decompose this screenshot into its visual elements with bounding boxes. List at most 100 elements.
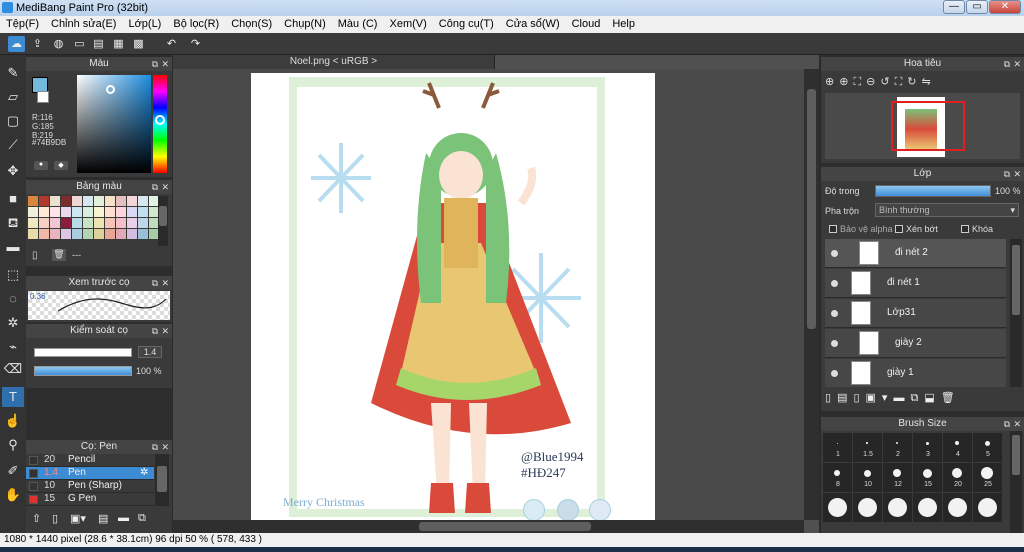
visibility-icon[interactable]: [831, 370, 838, 377]
new-layer-icon[interactable]: ▯: [825, 392, 837, 404]
background-color-swatch[interactable]: [37, 91, 49, 103]
brush-settings-icon[interactable]: ▣▾: [70, 512, 86, 525]
brush-size-cell[interactable]: 20: [943, 463, 972, 492]
picker-handle[interactable]: [106, 85, 115, 94]
comment-icon[interactable]: ◍: [50, 36, 67, 52]
select-pen-icon[interactable]: ⌁: [2, 337, 24, 357]
folder-icon[interactable]: ▬: [893, 392, 910, 404]
brush-size-cell[interactable]: 12: [883, 463, 912, 492]
eraser-tool-icon[interactable]: ▱: [2, 87, 24, 107]
brush-copy-icon[interactable]: ▤: [98, 512, 108, 525]
palette-swatch[interactable]: [39, 196, 49, 206]
palette-swatch[interactable]: [138, 229, 148, 239]
undock-icon[interactable]: ⧉: [152, 180, 158, 194]
layer-opacity-slider[interactable]: [875, 185, 991, 197]
palette-swatch[interactable]: [61, 207, 71, 217]
brush-size-cell[interactable]: [853, 493, 882, 522]
scroll-thumb[interactable]: [157, 466, 167, 492]
palette-swatch[interactable]: [94, 196, 104, 206]
palette-swatch[interactable]: [116, 229, 126, 239]
menu-item[interactable]: Help: [606, 16, 641, 30]
palette-swatch[interactable]: [138, 196, 148, 206]
menu-item[interactable]: Màu (C): [332, 16, 384, 30]
gradient-tool-icon[interactable]: ▬: [2, 237, 24, 257]
add-brush-icon[interactable]: ⇧: [32, 512, 41, 525]
layer-row[interactable]: giày 1: [825, 359, 1006, 387]
palette-swatch[interactable]: [28, 207, 38, 217]
new-halftone-layer-icon[interactable]: ▤: [837, 392, 853, 404]
new-8bit-layer-icon[interactable]: ▯: [853, 392, 865, 404]
brush-size-cell[interactable]: 25: [973, 463, 1002, 492]
page-icon[interactable]: ▭: [71, 36, 88, 52]
palette-swatch[interactable]: [116, 218, 126, 228]
brush-item[interactable]: 10 Pen (Sharp): [26, 480, 154, 493]
scroll-thumb[interactable]: [1012, 435, 1020, 475]
palette-swatch[interactable]: [94, 229, 104, 239]
palette-swatch[interactable]: [105, 229, 115, 239]
text-tool-icon[interactable]: T: [2, 387, 24, 407]
brush-size-value[interactable]: 1.4: [138, 346, 162, 358]
brush-tool-icon[interactable]: ✎: [2, 63, 24, 83]
palette-swatch[interactable]: [105, 218, 115, 228]
select-eraser-icon[interactable]: ⌫: [2, 359, 24, 379]
lasso-tool-icon[interactable]: ◌: [2, 289, 24, 309]
blend-mode-select[interactable]: Bình thường ▾: [875, 203, 1019, 217]
move-tool-icon[interactable]: ✥: [2, 161, 24, 181]
layer-row[interactable]: Lớp31: [825, 299, 1006, 328]
color-mode-button[interactable]: ●: [34, 161, 48, 170]
hand-tool-icon[interactable]: ✋: [2, 485, 24, 505]
fill-rect-tool-icon[interactable]: ■: [2, 189, 24, 209]
brush-size-cell[interactable]: 10: [853, 463, 882, 492]
brush-size-cell[interactable]: 8: [823, 463, 852, 492]
hue-handle[interactable]: [155, 115, 165, 125]
palette-swatch[interactable]: [138, 218, 148, 228]
menu-item[interactable]: Tệp(F): [0, 16, 45, 30]
lock-checkbox[interactable]: Khóa: [961, 224, 993, 234]
line-tool-icon[interactable]: ⟋: [2, 135, 24, 155]
clipping-checkbox[interactable]: Xén bớt: [895, 224, 938, 234]
brush-size-cell[interactable]: [913, 493, 942, 522]
menu-item[interactable]: Cloud: [566, 16, 607, 30]
brush-size-cell[interactable]: 15: [913, 463, 942, 492]
palette-swatch[interactable]: [61, 196, 71, 206]
close-panel-icon[interactable]: ✕: [161, 440, 169, 454]
scroll-thumb[interactable]: [807, 89, 816, 329]
brush-size-cell[interactable]: [943, 493, 972, 522]
palette-swatch[interactable]: [105, 207, 115, 217]
close-panel-icon[interactable]: ✕: [1013, 417, 1021, 431]
layer-row[interactable]: giày 2: [825, 329, 1006, 358]
palette-scrollbar[interactable]: [158, 196, 168, 246]
palette-swatch[interactable]: [72, 207, 82, 217]
palette-swatch[interactable]: [83, 229, 93, 239]
close-panel-icon[interactable]: ✕: [161, 276, 169, 290]
navigator-preview[interactable]: [825, 93, 1020, 159]
palette-swatch[interactable]: [127, 218, 137, 228]
palette-swatch[interactable]: [116, 207, 126, 217]
canvas-viewport[interactable]: @Blue1994 #HĐ247 Merry Christmas: [173, 69, 804, 520]
palette-swatch[interactable]: [138, 207, 148, 217]
scroll-thumb[interactable]: [1012, 245, 1020, 315]
hue-slider[interactable]: [153, 75, 167, 173]
zoom-in-icon[interactable]: ⊕: [839, 76, 853, 88]
visibility-icon[interactable]: [831, 250, 838, 257]
close-panel-icon[interactable]: ✕: [1013, 57, 1021, 71]
visibility-icon[interactable]: [831, 280, 838, 287]
brush-size-cell[interactable]: [823, 493, 852, 522]
brush-size-scrollbar[interactable]: [1010, 431, 1022, 534]
delete-palette-icon[interactable]: 🗑: [52, 249, 66, 261]
palette-swatch[interactable]: [72, 218, 82, 228]
layer-row[interactable]: đi nét 1: [825, 269, 1006, 298]
undo-icon[interactable]: ↶: [163, 36, 180, 52]
palette-swatch[interactable]: [127, 207, 137, 217]
brush-item[interactable]: 15 G Pen: [26, 493, 154, 506]
redo-icon[interactable]: ↷: [187, 36, 204, 52]
palette-swatch[interactable]: [105, 196, 115, 206]
palette-swatch[interactable]: [39, 218, 49, 228]
brush-size-cell[interactable]: 2: [883, 433, 912, 462]
menu-item[interactable]: Lớp(L): [122, 16, 167, 30]
brush-duplicate-icon[interactable]: ⧉: [138, 512, 146, 525]
grid-icon[interactable]: ▦: [110, 36, 127, 52]
menu-item[interactable]: Chọn(S): [225, 16, 278, 30]
close-button[interactable]: ✕: [989, 0, 1021, 14]
export-icon[interactable]: ⇪: [29, 36, 46, 52]
